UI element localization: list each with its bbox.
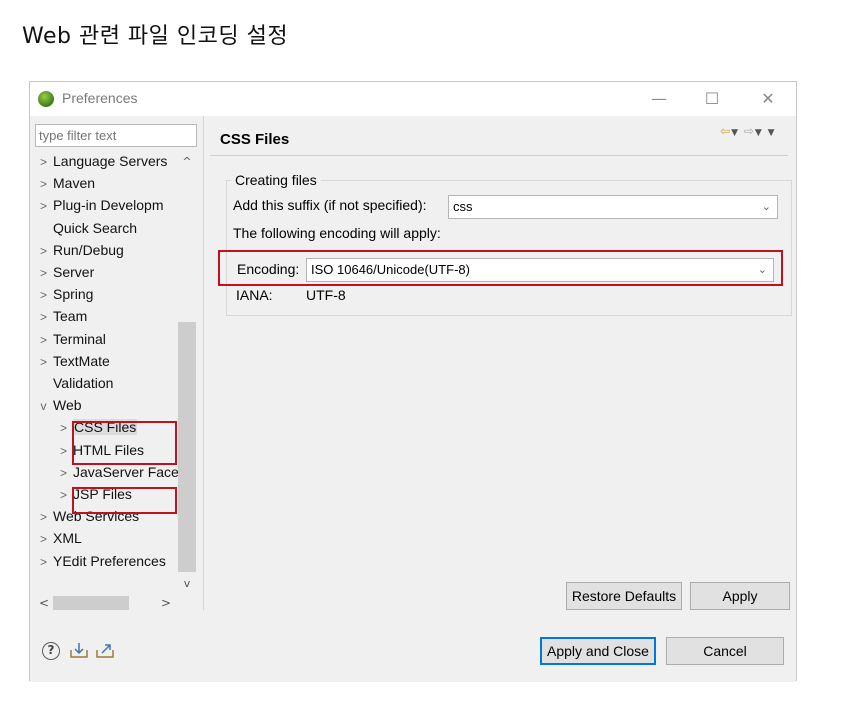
tree-item[interactable]: > XML (37, 527, 82, 549)
chevron-right-icon[interactable]: > (57, 417, 70, 439)
tree-item[interactable]: > JavaServer Face (57, 461, 179, 483)
apply-and-close-button[interactable]: Apply and Close (540, 637, 656, 665)
chevron-right-icon[interactable]: > (37, 306, 50, 328)
tree-item[interactable]: > Language Servers (37, 150, 167, 172)
tree-item-label: Validation (53, 375, 114, 391)
tree-item[interactable]: v Web (37, 394, 82, 416)
back-icon[interactable]: ⇦ (720, 124, 731, 138)
title-bar: Preferences — ☐ ✕ (30, 82, 796, 116)
tree-item[interactable]: Validation (37, 372, 113, 394)
preferences-window: Preferences — ☐ ✕ >Language Servers>Mave… (29, 81, 797, 682)
scroll-down-icon[interactable]: v (178, 576, 196, 592)
cancel-button[interactable]: Cancel (666, 637, 784, 665)
tree-item[interactable]: > Server (37, 261, 94, 283)
scroll-left-icon[interactable]: < (36, 595, 52, 611)
eclipse-icon (38, 91, 54, 107)
scroll-up-icon[interactable]: ^ (178, 154, 196, 170)
tree-item-label: Language Servers (53, 153, 168, 169)
page-title: CSS Files (220, 131, 290, 148)
tree-item-label: Quick Search (53, 219, 138, 236)
minimize-button[interactable]: — (637, 86, 681, 112)
chevron-right-icon[interactable]: > (37, 151, 50, 173)
tree-item-label: JSP Files (73, 486, 132, 502)
group-title: Creating files (231, 172, 321, 188)
chevron-right-icon[interactable]: > (57, 484, 70, 506)
window-title: Preferences (62, 90, 138, 106)
tree-item[interactable]: > Spring (37, 283, 93, 305)
forward-icon[interactable]: ⇨ (744, 124, 755, 138)
tree-item[interactable]: > Maven (37, 172, 95, 194)
tree-item[interactable]: > Run/Debug (37, 239, 124, 261)
forward-menu-icon[interactable]: ▼ (755, 128, 763, 138)
tree-item[interactable]: Quick Search (37, 217, 137, 239)
apply-button[interactable]: Apply (690, 582, 790, 610)
suffix-label: Add this suffix (if not specified): (233, 197, 427, 213)
chevron-right-icon[interactable]: > (37, 351, 50, 373)
tree-item-label: CSS Files (73, 419, 138, 436)
scroll-right-icon[interactable]: > (158, 595, 174, 611)
tree-item[interactable]: > JSP Files (57, 483, 132, 505)
encoding-value: ISO 10646/Unicode(UTF-8) (311, 262, 470, 277)
tree-item-label: TextMate (53, 352, 110, 369)
tree-item-label: Team (53, 308, 88, 325)
tree-item-label: HTML Files (73, 441, 145, 458)
tree-item-label: Run/Debug (53, 241, 124, 258)
tree-item-label: XML (53, 530, 82, 547)
tree-horizontal-scroll-thumb[interactable] (53, 596, 129, 610)
chevron-right-icon[interactable]: > (37, 240, 50, 262)
tree-vertical-scroll-thumb[interactable] (178, 322, 196, 572)
tree-item-label: Spring (53, 286, 94, 303)
tree-item[interactable]: > HTML Files (57, 439, 144, 461)
tree-item[interactable]: > CSS Files (57, 416, 138, 439)
chevron-right-icon[interactable]: > (37, 506, 50, 528)
preference-tree: > Language Servers > Maven > Plug-in Developm… (35, 150, 198, 580)
tree-item-label: Terminal (53, 330, 106, 347)
restore-defaults-button[interactable]: Restore Defaults (566, 582, 682, 610)
tree-item-label: JavaServer Face (73, 463, 179, 480)
tree-item-label: YEdit Preferences (53, 552, 166, 569)
panel-divider[interactable] (203, 116, 204, 610)
tree-item-label: Web Services (53, 508, 140, 525)
tree-item[interactable]: > Team (37, 305, 87, 327)
chevron-right-icon[interactable]: > (57, 440, 70, 462)
chevron-down-icon[interactable]: v (37, 395, 50, 417)
view-menu-icon[interactable]: ▼ (768, 128, 776, 138)
back-menu-icon[interactable]: ▼ (731, 128, 739, 138)
chevron-right-icon[interactable]: > (57, 462, 70, 484)
encoding-note: The following encoding will apply: (233, 225, 441, 241)
chevron-down-icon: ⌄ (757, 264, 767, 276)
chevron-right-icon[interactable]: > (37, 329, 50, 351)
encoding-label: Encoding: (237, 261, 300, 277)
export-icon[interactable] (96, 642, 114, 658)
tree-item[interactable]: > Web Services (37, 505, 139, 527)
tree-item-label: Maven (53, 175, 96, 192)
close-button[interactable]: ✕ (746, 86, 790, 112)
tree-item-label: Server (53, 264, 95, 280)
tree-item[interactable]: > Plug-in Developm (37, 194, 164, 216)
help-icon[interactable]: ? (42, 642, 60, 660)
encoding-select[interactable]: ISO 10646/Unicode(UTF-8) ⌄ (306, 258, 774, 282)
chevron-right-icon[interactable]: > (37, 528, 50, 550)
history-nav[interactable]: ⇦▼ ⇨▼ ▼ (720, 124, 776, 138)
tree-item[interactable]: > Terminal (37, 328, 106, 350)
chevron-right-icon[interactable]: > (37, 195, 50, 217)
suffix-select[interactable]: css ⌄ (448, 195, 778, 219)
iana-label: IANA: (236, 287, 273, 303)
chevron-right-icon[interactable]: > (37, 551, 50, 573)
tree-item[interactable]: > TextMate (37, 350, 110, 372)
chevron-right-icon[interactable]: > (37, 173, 50, 195)
import-icon[interactable] (70, 642, 88, 658)
page-heading: Web 관련 파일 인코딩 설정 (22, 24, 289, 49)
title-separator (210, 155, 788, 156)
tree-item[interactable]: > YEdit Preferences (37, 550, 166, 572)
chevron-down-icon: ⌄ (761, 201, 771, 213)
tree-item-label: Plug-in Developm (53, 197, 164, 214)
maximize-button[interactable]: ☐ (690, 86, 734, 112)
iana-value: UTF-8 (306, 287, 346, 303)
filter-input[interactable] (35, 124, 197, 147)
chevron-right-icon[interactable]: > (37, 284, 50, 306)
tree-item-label: Web (53, 397, 82, 414)
suffix-value: css (453, 199, 473, 214)
chevron-right-icon[interactable]: > (37, 262, 50, 284)
